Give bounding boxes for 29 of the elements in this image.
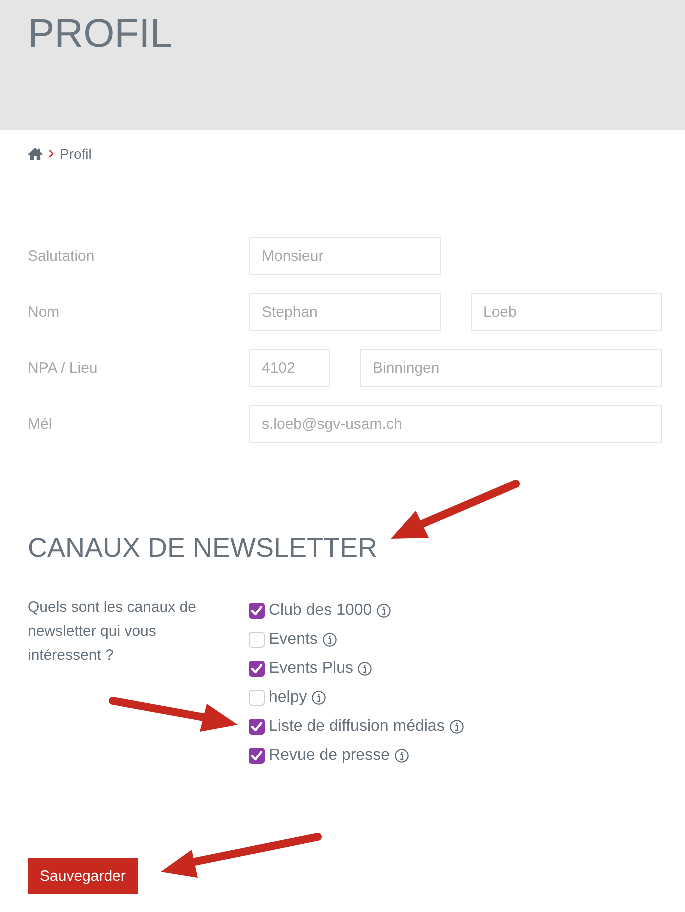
page-title: PROFIL [28, 11, 172, 58]
checkbox[interactable] [249, 718, 265, 734]
checkbox-label[interactable]: Liste de diffusion médias [269, 718, 445, 736]
info-icon[interactable] [358, 662, 372, 676]
info-icon[interactable] [322, 632, 337, 646]
section-heading: CANAUX DE NEWSLETTER [28, 532, 378, 564]
checkbox-label[interactable]: helpy [269, 688, 308, 706]
checkbox[interactable] [249, 632, 265, 648]
checkbox-label[interactable]: Events [269, 630, 318, 648]
checkbox-label[interactable]: Events Plus [269, 660, 354, 678]
checkbox[interactable] [249, 748, 265, 764]
info-icon[interactable] [450, 720, 464, 734]
checkbox[interactable] [249, 690, 265, 706]
home-icon[interactable] [28, 148, 43, 160]
checkbox-label[interactable]: Club des 1000 [269, 602, 372, 620]
checkbox[interactable] [249, 602, 265, 618]
info-icon[interactable] [312, 690, 326, 704]
field-label: Mél [28, 416, 52, 432]
chevron-icon [49, 150, 54, 158]
question-text: Quels sont les canaux de newsletter qui vous intéressent ? [28, 598, 198, 666]
save-button[interactable]: Sauvegarder [28, 858, 138, 894]
breadcrumb-current: Profil [60, 146, 92, 162]
field-label: Nom [28, 304, 60, 320]
field-label: NPA / Lieu [28, 360, 98, 376]
info-icon[interactable] [377, 604, 392, 618]
checkbox[interactable] [249, 660, 265, 676]
info-icon[interactable] [394, 748, 409, 762]
checkbox-label[interactable]: Revue de presse [269, 746, 390, 764]
field-label: Salutation [28, 248, 95, 264]
